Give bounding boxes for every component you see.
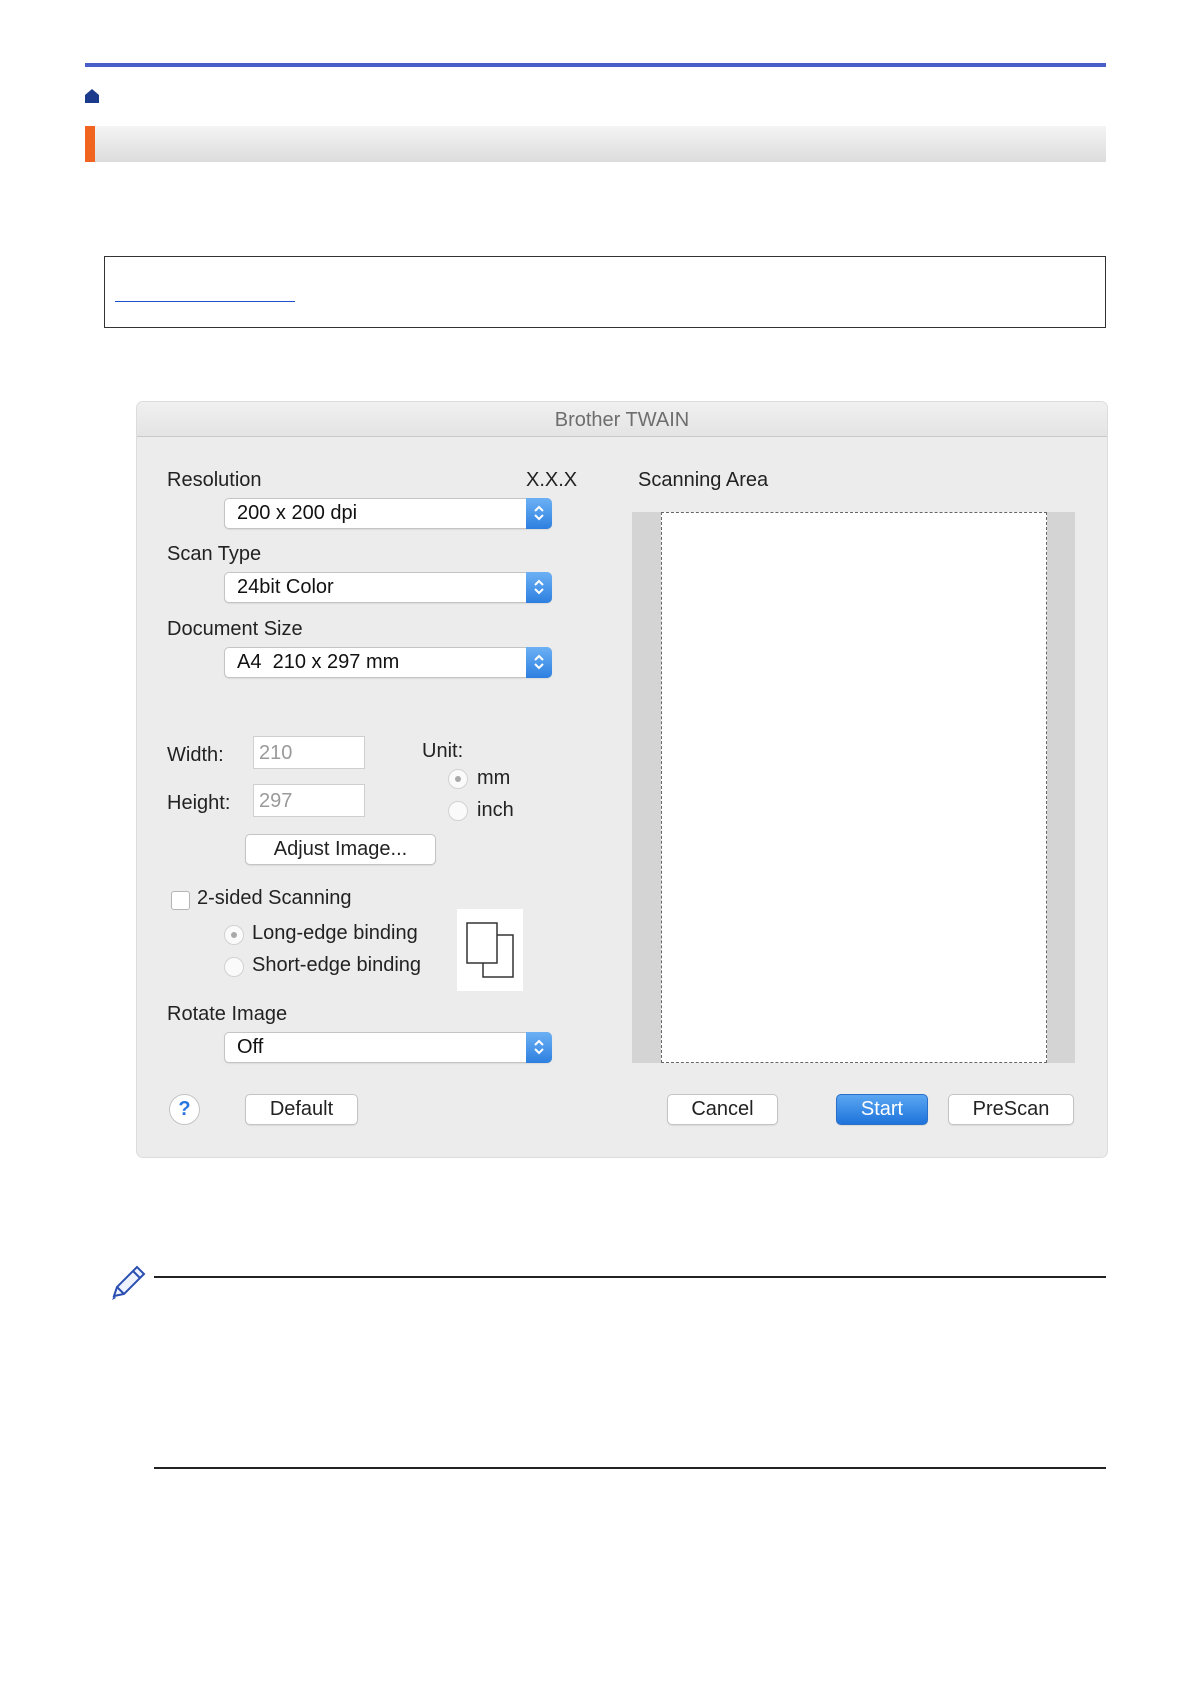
twain-dialog: Brother TWAIN Resolution X.X.X 200 x 200… [137, 402, 1107, 1157]
width-field[interactable]: 210 [253, 736, 365, 769]
width-value: 210 [259, 742, 293, 764]
default-button[interactable]: Default [245, 1094, 358, 1125]
select-arrows-icon [526, 498, 552, 529]
select-arrows-icon [526, 572, 552, 603]
long-edge-label: Long-edge binding [252, 922, 418, 944]
rotate-image-label: Rotate Image [167, 1003, 288, 1025]
two-sided-label: 2-sided Scanning [197, 887, 352, 909]
scan-type-value: 24bit Color [237, 576, 334, 598]
unit-mm-label: mm [477, 767, 511, 789]
related-info-box [104, 256, 1106, 328]
version-text: X.X.X [526, 469, 578, 491]
pencil-icon [108, 1262, 150, 1304]
unit-inch-radio[interactable] [448, 801, 468, 821]
height-label: Height: [167, 792, 231, 814]
resolution-value: 200 x 200 dpi [237, 502, 358, 524]
resolution-label: Resolution [167, 469, 262, 491]
rotate-image-select[interactable]: Off [224, 1032, 552, 1063]
section-heading-bar [85, 126, 1106, 162]
unit-mm-radio[interactable] [448, 769, 468, 789]
dialog-titlebar: Brother TWAIN [137, 402, 1107, 437]
adjust-image-button[interactable]: Adjust Image... [245, 834, 436, 865]
unit-label: Unit: [422, 740, 464, 762]
width-label: Width: [167, 744, 224, 766]
cancel-button[interactable]: Cancel [667, 1094, 778, 1125]
short-edge-label: Short-edge binding [252, 954, 422, 976]
document-size-value: A4 210 x 297 mm [237, 651, 400, 673]
home-icon[interactable] [84, 88, 100, 104]
height-field[interactable]: 297 [253, 784, 365, 817]
long-edge-radio[interactable] [224, 925, 244, 945]
select-arrows-icon [526, 647, 552, 678]
note-divider-top [154, 1276, 1106, 1278]
help-button[interactable]: ? [169, 1094, 200, 1125]
prescan-button[interactable]: PreScan [948, 1094, 1074, 1125]
unit-inch-label: inch [477, 799, 514, 821]
scanning-area-label: Scanning Area [638, 469, 769, 491]
dialog-title: Brother TWAIN [554, 409, 690, 431]
document-size-label: Document Size [167, 618, 303, 640]
document-size-select[interactable]: A4 210 x 297 mm [224, 647, 552, 678]
scan-type-select[interactable]: 24bit Color [224, 572, 552, 603]
resolution-select[interactable]: 200 x 200 dpi [224, 498, 552, 529]
rotate-image-value: Off [237, 1036, 264, 1058]
height-value: 297 [259, 790, 293, 812]
scan-type-label: Scan Type [167, 543, 262, 565]
scan-page-outline[interactable] [661, 512, 1047, 1063]
short-edge-radio[interactable] [224, 957, 244, 977]
scanning-area[interactable] [632, 512, 1075, 1063]
related-link[interactable] [115, 301, 295, 302]
top-rule [85, 63, 1106, 67]
two-sided-checkbox[interactable] [171, 891, 190, 910]
start-button[interactable]: Start [836, 1094, 928, 1125]
note-divider-bottom [154, 1467, 1106, 1469]
select-arrows-icon [526, 1032, 552, 1063]
heading-accent [85, 126, 95, 162]
binding-preview-icon [457, 909, 523, 991]
